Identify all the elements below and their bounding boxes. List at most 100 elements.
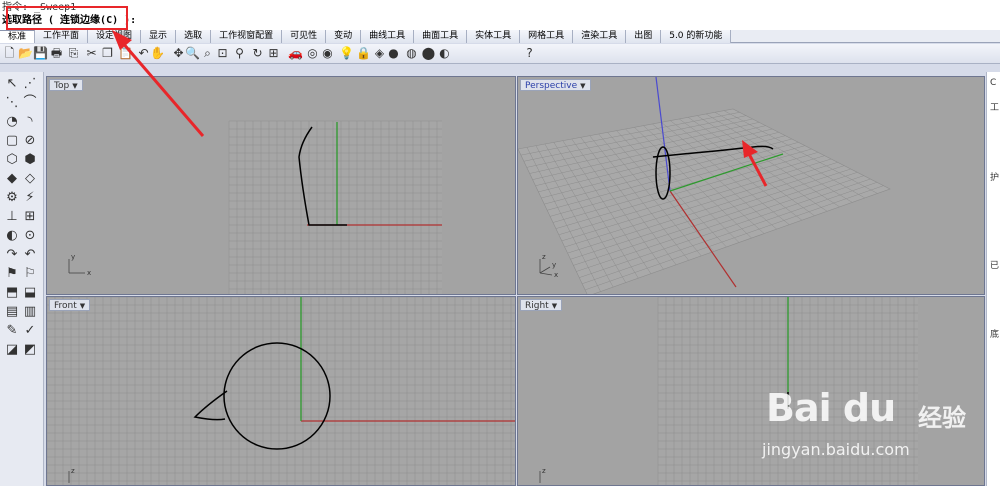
right-panel-label: 已 (990, 261, 1000, 271)
sphere-icon[interactable]: ⬤ (421, 46, 436, 61)
tab-0[interactable]: 标准 (0, 30, 36, 43)
zoom-extents-icon[interactable]: ⊡ (215, 46, 230, 61)
viewport-right-title[interactable]: Right ▼ (520, 299, 563, 311)
pan-icon[interactable]: ✋ (150, 46, 165, 61)
viewport-top-canvas: y x (68, 120, 442, 294)
tab-12[interactable]: 渲染工具 (573, 30, 627, 43)
flag-icon[interactable]: ⚑ (4, 266, 20, 282)
dimension-icon[interactable]: ⊥ (4, 209, 20, 225)
tab-2[interactable]: 设定视图 (88, 30, 142, 43)
rhino-window: 指令: _Sweep1 选取路径 ( 连锁边缘(C) ): 标准 工作平面 设定视图… (0, 0, 1000, 486)
tab-5[interactable]: 工作视窗配置 (211, 30, 283, 43)
zoom-selected-icon[interactable]: ⚲ (232, 46, 247, 61)
circle-icon[interactable]: ◔ (4, 114, 20, 130)
viewport-perspective-canvas: z y x (518, 77, 891, 294)
viewport-top-label: Top (54, 81, 70, 91)
viewport-perspective[interactable]: Perspective ▼ z y x (517, 76, 985, 295)
surface-icon[interactable]: ⬡ (4, 152, 20, 168)
solid-icon[interactable]: ⬢ (22, 152, 38, 168)
viewport-perspective-title[interactable]: Perspective ▼ (520, 79, 591, 91)
grid-icon[interactable]: ⊞ (22, 209, 38, 225)
arc-icon[interactable]: ⌒ (22, 95, 38, 111)
lightning-icon[interactable]: ⚡ (22, 190, 38, 206)
gear-icon[interactable]: ⚙ (4, 190, 20, 206)
viewport-top-title[interactable]: Top ▼ (49, 79, 83, 91)
import-icon[interactable]: ⎘ (66, 46, 81, 61)
zoom-icon[interactable]: 🔍 (185, 46, 200, 61)
layer-icon[interactable]: ⬓ (22, 285, 38, 301)
table-icon[interactable]: ▤ (4, 304, 20, 320)
right-panel-label: 护 (990, 173, 1000, 183)
bookmark-icon[interactable]: ⚐ (22, 266, 38, 282)
polyline-icon[interactable]: ⋰ (22, 76, 38, 92)
tab-bar-filler (731, 30, 1000, 42)
render-icon[interactable]: ◍ (404, 46, 419, 61)
gizmo-z-label: z (71, 467, 75, 475)
curve-icon[interactable]: ⋱ (4, 95, 20, 111)
lock-icon[interactable]: 🔒 (356, 46, 371, 61)
tab-7[interactable]: 变动 (326, 30, 362, 43)
tab-3[interactable]: 显示 (141, 30, 177, 43)
tab-1[interactable]: 工作平面 (35, 30, 89, 43)
axis-gizmo: z (539, 467, 546, 483)
tab-13[interactable]: 出图 (626, 30, 662, 43)
gizmo-z-label: z (542, 253, 546, 261)
command-prompt-input[interactable]: 选取路径 ( 连锁边缘(C) ): (2, 12, 982, 28)
polygon-icon[interactable]: ⊘ (22, 133, 38, 149)
tab-6[interactable]: 可见性 (282, 30, 327, 43)
open-file-icon[interactable]: 📂 (18, 46, 33, 61)
rotate-icon[interactable]: ↷ (4, 247, 20, 263)
viewport-front[interactable]: Front ▼ z (46, 296, 516, 486)
viewport-right-canvas: z (539, 297, 918, 485)
tab-8[interactable]: 曲线工具 (361, 30, 415, 43)
list-icon[interactable]: ▥ (22, 304, 38, 320)
mirror-icon[interactable]: ↶ (22, 247, 38, 263)
print-icon[interactable]: 🖶 (49, 46, 64, 61)
perspective-icon[interactable]: ◎ (305, 46, 320, 61)
camera-icon[interactable]: ◉ (320, 46, 335, 61)
rotate-icon[interactable]: ↻ (250, 46, 265, 61)
tab-11[interactable]: 网格工具 (520, 30, 574, 43)
tab-14[interactable]: 5.0 的新功能 (661, 30, 732, 43)
save-icon[interactable]: 💾 (33, 46, 48, 61)
sphere-icon[interactable]: ◐ (4, 228, 20, 244)
check-icon[interactable]: ✓ (22, 323, 38, 339)
paint-icon[interactable]: ◩ (22, 342, 38, 358)
viewport-front-title[interactable]: Front ▼ (49, 299, 91, 311)
box-icon[interactable]: ◆ (4, 171, 20, 187)
light-icon[interactable]: 💡 (339, 46, 354, 61)
undo-icon[interactable]: ↶ (136, 46, 151, 61)
pen-icon[interactable]: ✎ (4, 323, 20, 339)
viewport-right-label: Right (525, 301, 549, 311)
command-area: 指令: _Sweep1 选取路径 ( 连锁边缘(C) ): (0, 0, 1000, 30)
viewport-front-label: Front (54, 301, 77, 311)
right-panel-label: 底 (990, 330, 1000, 340)
cylinder-icon[interactable]: ⊙ (22, 228, 38, 244)
rotate-view-icon[interactable]: ✥ (171, 46, 186, 61)
layer-icon[interactable]: ◈ (372, 46, 387, 61)
copy-icon[interactable]: ❐ (100, 46, 115, 61)
car-icon[interactable]: 🚗 (288, 46, 303, 61)
tab-4[interactable]: 选取 (176, 30, 212, 43)
viewport-right[interactable]: Right ▼ z (517, 296, 985, 486)
properties-panel[interactable]: C 工护已底 (986, 72, 1000, 486)
material-icon[interactable]: ● (386, 46, 401, 61)
select-icon[interactable]: ↖ (4, 76, 20, 92)
cut-icon[interactable]: ✂ (84, 46, 99, 61)
shaded-icon[interactable]: ◐ (437, 46, 452, 61)
gizmo-z-label: z (542, 467, 546, 475)
rectangle-icon[interactable]: ▢ (4, 133, 20, 149)
shell-icon[interactable]: ◇ (22, 171, 38, 187)
ellipse-icon[interactable]: ◝ (22, 114, 38, 130)
paste-icon[interactable]: 📋 (118, 46, 133, 61)
viewport-perspective-label: Perspective (525, 81, 578, 91)
help-icon[interactable]: ? (522, 46, 537, 61)
four-view-icon[interactable]: ⊞ (266, 46, 281, 61)
zoom-window-icon[interactable]: ⌕ (200, 46, 215, 61)
tab-10[interactable]: 实体工具 (467, 30, 521, 43)
tab-9[interactable]: 曲面工具 (414, 30, 468, 43)
cube-icon[interactable]: ◪ (4, 342, 20, 358)
new-file-icon[interactable]: 🗋 (2, 46, 17, 61)
viewport-top[interactable]: Top ▼ y x (46, 76, 516, 295)
mesh-icon[interactable]: ⬒ (4, 285, 20, 301)
